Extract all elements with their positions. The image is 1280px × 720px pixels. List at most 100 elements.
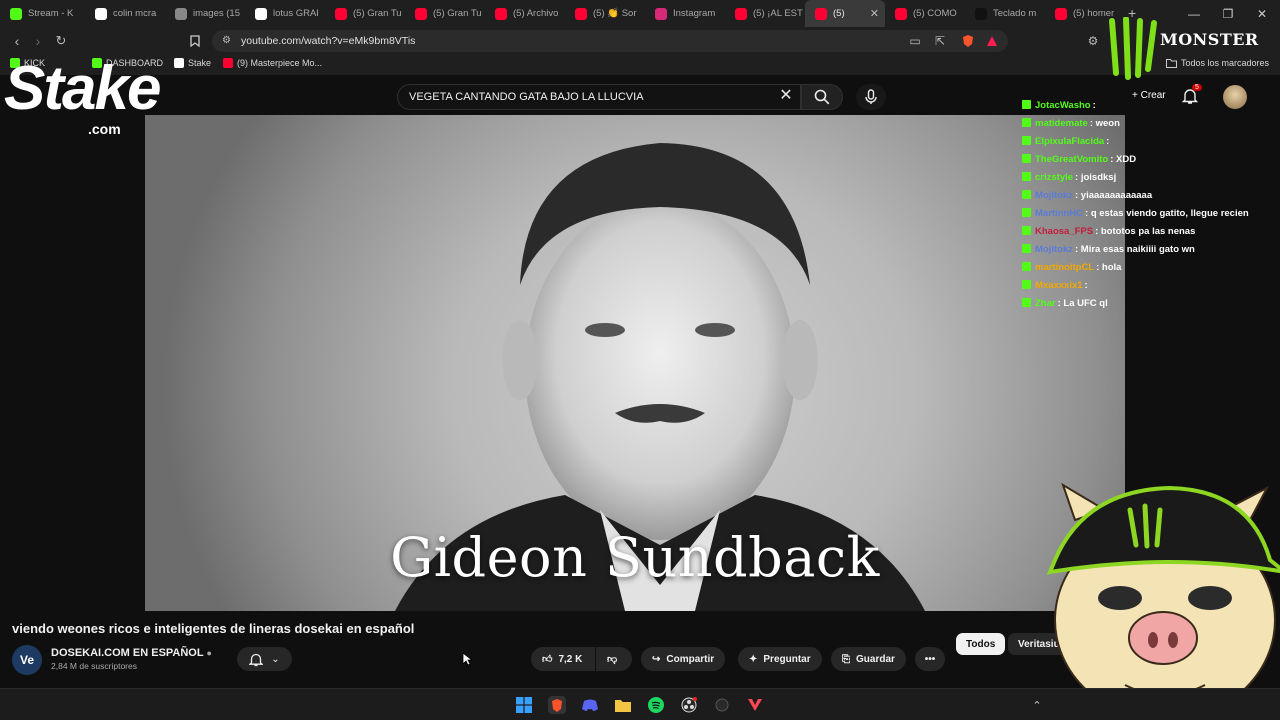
kick-badge-icon <box>1022 190 1031 199</box>
chat-text: : q estas viendo gatito, llegue recien <box>1085 208 1249 219</box>
chat-username: JotacWasho <box>1035 100 1091 111</box>
chat-message: matidemate: weon <box>1022 116 1252 131</box>
tab-label: Stream - K <box>28 8 74 19</box>
search-button[interactable] <box>801 84 843 110</box>
browser-tab[interactable]: (5) ✕ <box>805 0 885 27</box>
browser-tab[interactable]: (5) Gran Tu <box>405 0 485 27</box>
kick-badge-icon <box>1022 226 1031 235</box>
voice-search-button[interactable] <box>856 84 886 110</box>
bookmark-favicon-icon <box>223 58 233 68</box>
like-button[interactable]: 👍︎ 7,2 K <box>531 647 595 671</box>
share-button[interactable]: ↪ Compartir <box>641 647 726 671</box>
extensions-icon[interactable]: ⚙ <box>1085 33 1101 49</box>
browser-tab[interactable]: (5) Archivo <box>485 0 565 27</box>
tab-label: (5) COMO <box>913 8 957 19</box>
browser-tab[interactable]: Teclado m <box>965 0 1045 27</box>
kick-badge-icon <box>1022 262 1031 271</box>
bookmark-icon[interactable] <box>186 32 204 50</box>
channel-avatar[interactable]: Ve <box>12 645 42 675</box>
channel-name[interactable]: DOSEKAI.COM EN ESPAÑOL ● <box>51 647 212 659</box>
cast-icon[interactable]: ▭ <box>907 33 923 49</box>
browser-tab[interactable]: (5) COMO <box>885 0 965 27</box>
forward-icon[interactable]: › <box>29 32 47 50</box>
mic-icon <box>865 89 877 104</box>
chat-username: MartinnHC <box>1035 208 1084 219</box>
kick-badge-icon <box>1022 118 1031 127</box>
chat-username: Mojitokz <box>1035 244 1073 255</box>
browser-tab[interactable]: Stream - K <box>0 0 80 27</box>
kick-icon <box>10 7 22 20</box>
video-overlay-title: Gideon Sundback <box>390 526 880 589</box>
discord-icon[interactable] <box>581 696 599 714</box>
close-window-icon[interactable]: ✕ <box>1245 0 1279 27</box>
youtube-icon <box>815 7 827 20</box>
chat-username: Zhar <box>1035 298 1056 309</box>
close-tab-icon[interactable]: ✕ <box>870 7 879 20</box>
subscription-bell-button[interactable]: ⌄ <box>237 647 292 671</box>
windows-taskbar: ⌃ <box>0 688 1280 720</box>
browser-tab[interactable]: Instagram <box>645 0 725 27</box>
more-actions-button[interactable]: ••• <box>915 647 945 671</box>
chevron-down-icon: ⌄ <box>271 653 280 665</box>
clear-search-icon[interactable]: ✕ <box>778 88 794 104</box>
tab-label: lotus GRAI <box>273 8 319 19</box>
valorant-icon[interactable] <box>746 696 764 714</box>
minimize-icon[interactable]: — <box>1177 0 1211 27</box>
browser-tab[interactable]: colin mcra <box>85 0 165 27</box>
video-player[interactable]: Gideon Sundback <box>145 115 1125 611</box>
bookmark-item[interactable]: (9) Masterpiece Mo... <box>223 58 322 68</box>
browser-toolbar: ‹ › ↻ ⚙ youtube.com/watch?v=eMk9bm8VTis … <box>0 27 1280 55</box>
youtube-icon <box>495 7 507 20</box>
youtube-icon <box>575 7 587 20</box>
windows-start-icon[interactable] <box>515 696 533 714</box>
address-bar[interactable]: ⚙ youtube.com/watch?v=eMk9bm8VTis <box>212 30 1008 52</box>
brave-rewards-icon[interactable] <box>984 33 1000 49</box>
kick-badge-icon <box>1022 136 1031 145</box>
all-bookmarks[interactable]: Todos los marcadores <box>1166 58 1269 68</box>
browser-tab[interactable]: (5) ¡AL EST <box>725 0 805 27</box>
chat-message: MartinnHC: q estas viendo gatito, llegue… <box>1022 206 1252 221</box>
share-icon[interactable]: ⇱ <box>932 33 948 49</box>
kick-badge-icon <box>1022 154 1031 163</box>
kick-badge-icon <box>1022 172 1031 181</box>
tray-chevron-up-icon[interactable]: ⌃ <box>1028 696 1046 714</box>
app-icon[interactable] <box>713 696 731 714</box>
spotify-icon[interactable] <box>647 696 665 714</box>
browser-tab[interactable]: (5) Gran Tu <box>325 0 405 27</box>
file-explorer-icon[interactable] <box>614 696 632 714</box>
chip-all[interactable]: Todos <box>956 633 1006 655</box>
save-button[interactable]: ⎘ Guardar <box>831 647 906 671</box>
tab-label: (5) <box>833 8 845 19</box>
video-title: viendo weones ricos e inteligentes de li… <box>12 621 415 636</box>
bookmark-item[interactable]: Stake <box>174 58 211 68</box>
search-icon <box>814 89 830 105</box>
chat-text: : Mira esas naikiiii gato wn <box>1075 244 1195 255</box>
site-info-icon[interactable]: ⚙ <box>222 35 231 46</box>
chat-message: Zhar: La UFC ql <box>1022 296 1252 311</box>
tab-label: (5) ¡AL EST <box>753 8 803 19</box>
chat-text: : yiaaaaaaaaaaaa <box>1075 190 1153 201</box>
chat-username: Mojitokz <box>1035 190 1073 201</box>
back-icon[interactable]: ‹ <box>8 32 26 50</box>
maximize-icon[interactable]: ❐ <box>1211 0 1245 27</box>
brave-shields-icon[interactable] <box>960 33 976 49</box>
browser-tab[interactable]: images (15 <box>165 0 245 27</box>
tab-label: Instagram <box>673 8 716 19</box>
browser-tab[interactable]: lotus GRAI <box>245 0 325 27</box>
search-input[interactable]: VEGETA CANTANDO GATA BAJO LA LLUCVIA <box>397 84 801 110</box>
youtube-icon <box>735 7 747 20</box>
search-query: VEGETA CANTANDO GATA BAJO LA LLUCVIA <box>409 91 644 103</box>
kick-badge-icon <box>1022 298 1031 307</box>
dislike-button[interactable]: 👎︎ <box>596 647 632 671</box>
ask-button[interactable]: ✦ Preguntar <box>738 647 822 671</box>
brave-browser-icon[interactable] <box>548 696 566 714</box>
chat-text: : XDD <box>1110 154 1137 165</box>
tab-label: (5) Gran Tu <box>433 8 482 19</box>
stake-logo: Stake <box>4 54 161 123</box>
browser-tab[interactable]: (5) 👏 Sor <box>565 0 645 27</box>
screen: Stream - K colin mcra images (15 lotus GRAI… <box>0 0 1280 720</box>
more-icon: ••• <box>924 653 936 665</box>
reload-icon[interactable]: ↻ <box>52 32 70 50</box>
obs-icon[interactable] <box>680 696 698 714</box>
chat-text: : joisdksj <box>1075 172 1117 183</box>
